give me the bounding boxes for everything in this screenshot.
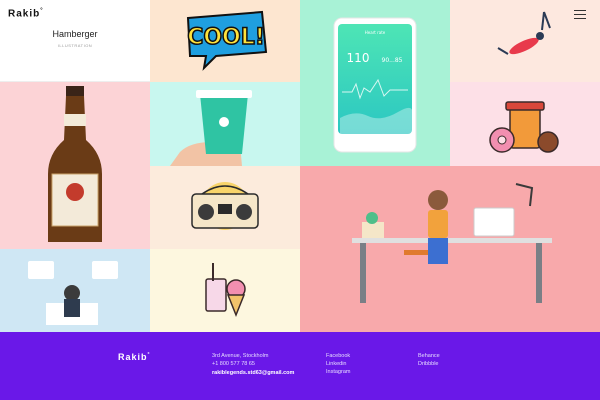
phone-header: Heart rate xyxy=(365,30,386,35)
phone-mockup-illustration: Heart rate 110 90...85 xyxy=(333,17,417,153)
project-title-tile: Rakib° Hamberger ILLUSTRATION xyxy=(0,0,150,82)
footer-brand-name: Rakib xyxy=(118,352,148,362)
hanging-figure-tile[interactable] xyxy=(450,0,600,82)
ice-cream-drink-illustration xyxy=(205,263,246,318)
office-workspace-illustration xyxy=(28,261,118,325)
footer-brand-mark: ° xyxy=(147,352,151,358)
facebook-link[interactable]: Facebook xyxy=(326,352,350,360)
beer-bottle-tile[interactable] xyxy=(0,82,150,249)
phone-value-right: 90...85 xyxy=(382,57,403,64)
instagram-link[interactable]: Instagram xyxy=(326,368,350,376)
brand-logo[interactable]: Rakib° xyxy=(8,8,44,19)
hanging-person-illustration xyxy=(497,11,551,55)
coffee-cup-illustration xyxy=(170,90,252,166)
project-title: Hamberger xyxy=(52,29,98,39)
footer-email[interactable]: rakiblegends.std63@gmail.com xyxy=(212,369,294,377)
footer-address: 3rd Avenue, Stockholm xyxy=(212,353,269,359)
footer-phone[interactable]: +1 800 577 78 65 xyxy=(212,360,294,368)
dribbble-link[interactable]: Dribbble xyxy=(418,360,440,368)
cool-sticker-tile[interactable]: COOL! xyxy=(150,0,300,82)
donut-coffee-illustration xyxy=(489,101,559,153)
linkedin-link[interactable]: Linkedin xyxy=(326,360,350,368)
footer-contact: 3rd Avenue, Stockholm +1 800 577 78 65 r… xyxy=(212,352,294,377)
boombox-tile[interactable] xyxy=(150,166,300,249)
coffee-cup-tile[interactable] xyxy=(150,82,300,166)
site-footer: Rakib° 3rd Avenue, Stockholm +1 800 577 … xyxy=(0,332,600,400)
ice-cream-drink-tile[interactable] xyxy=(150,249,300,332)
office-workspace-tile[interactable] xyxy=(0,249,150,332)
footer-brand-logo[interactable]: Rakib° xyxy=(118,352,151,362)
designer-at-desk-tile[interactable] xyxy=(300,166,600,332)
designer-desk-illustration xyxy=(352,183,552,303)
project-subtitle: ILLUSTRATION xyxy=(57,43,93,48)
cool-sticker-illustration: COOL! xyxy=(186,10,268,71)
footer-social-links-left: Facebook Linkedin Instagram xyxy=(326,352,350,376)
donut-coffee-tile[interactable] xyxy=(450,82,600,166)
behance-link[interactable]: Behance xyxy=(418,352,440,360)
brand-name: Rakib xyxy=(8,8,41,20)
beer-bottle-illustration xyxy=(48,86,102,242)
heart-rate-app-tile[interactable]: Heart rate 110 90...85 xyxy=(300,0,450,166)
phone-value-left: 110 xyxy=(347,51,370,65)
boombox-illustration xyxy=(191,182,259,230)
brand-mark: ° xyxy=(40,8,44,14)
footer-social-links-right: Behance Dribbble xyxy=(418,352,440,368)
cool-text: COOL! xyxy=(187,25,265,50)
